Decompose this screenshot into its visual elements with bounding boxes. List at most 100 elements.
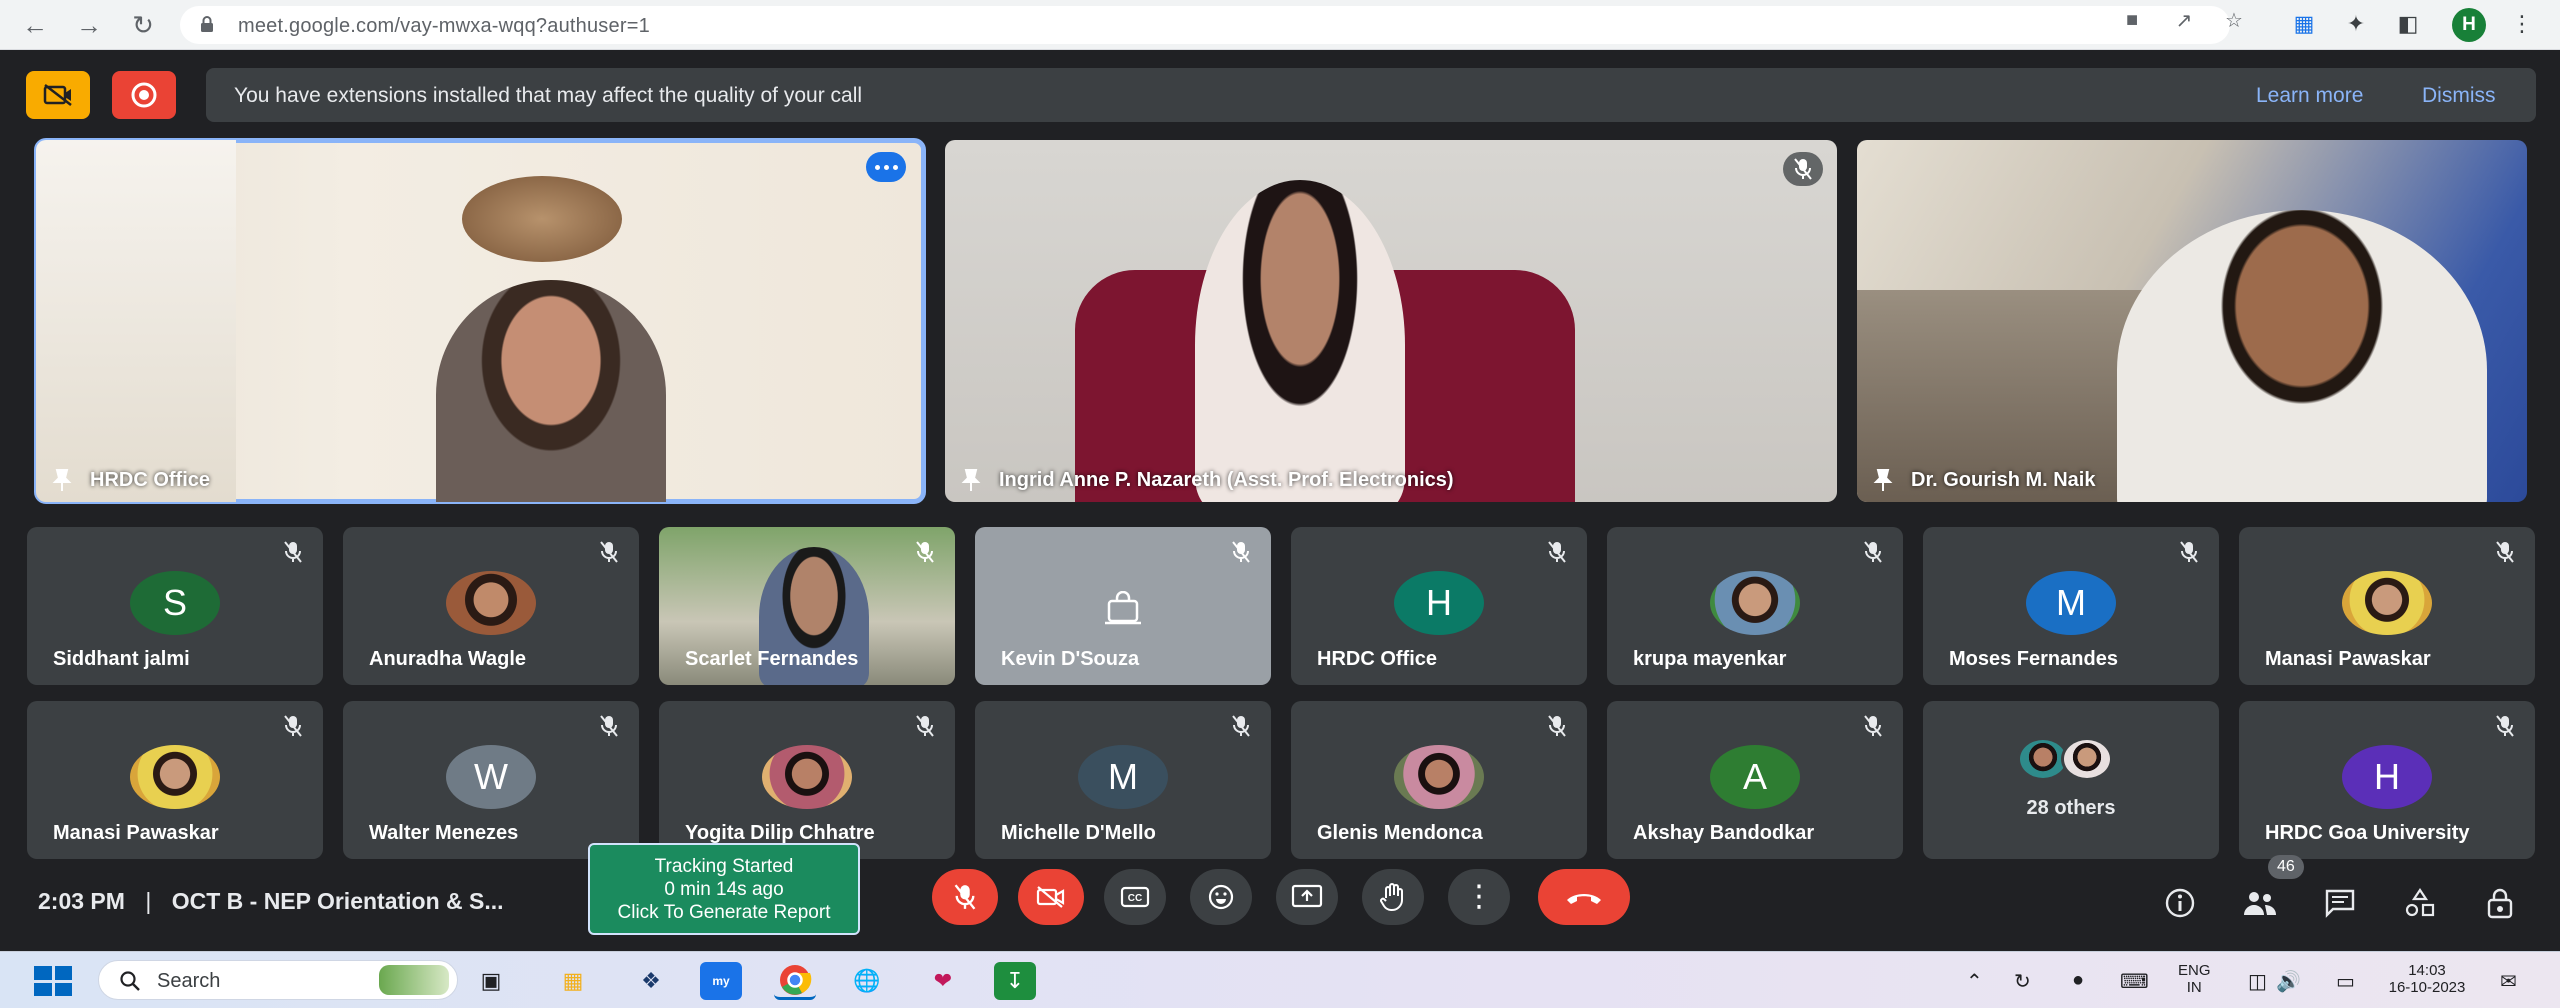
earth-icon[interactable]: 🌐 bbox=[846, 962, 888, 1000]
notification-icon[interactable]: ✉ bbox=[2500, 969, 2517, 994]
bookmark-star-icon[interactable]: ☆ bbox=[2222, 10, 2246, 32]
participant-tile[interactable]: H HRDC Goa University bbox=[2239, 701, 2535, 859]
url-text[interactable]: meet.google.com/vay-mwxa-wqq?authuser=1 bbox=[238, 15, 650, 38]
leave-call-button[interactable] bbox=[1538, 869, 1630, 925]
task-view-icon[interactable]: ▣ bbox=[470, 962, 512, 1000]
mic-toggle-button[interactable] bbox=[932, 869, 998, 925]
mic-off-icon bbox=[2487, 537, 2523, 567]
participant-tile[interactable]: krupa mayenkar bbox=[1607, 527, 1903, 685]
participant-tile[interactable]: Glenis Mendonca bbox=[1291, 701, 1587, 859]
browser-menu-icon[interactable]: ⋮ bbox=[2508, 10, 2536, 38]
mic-off-icon bbox=[1539, 537, 1575, 567]
forward-icon[interactable]: → bbox=[72, 8, 106, 42]
participant-count-badge: 46 bbox=[2268, 855, 2304, 879]
participant-tile[interactable]: Anuradha Wagle bbox=[343, 527, 639, 685]
participant-tile[interactable]: M Moses Fernandes bbox=[1923, 527, 2219, 685]
camera-toggle-button[interactable] bbox=[1018, 869, 1084, 925]
present-screen-icon bbox=[1291, 884, 1323, 908]
tray-network-icon[interactable]: ◫ bbox=[2248, 969, 2267, 994]
meeting-details-icon[interactable] bbox=[2160, 883, 2200, 923]
clock-date: 16-10-2023 bbox=[2388, 979, 2466, 996]
others-tile[interactable]: 28 others bbox=[1923, 701, 2219, 859]
windows-start-icon[interactable] bbox=[34, 966, 72, 996]
host-controls-icon[interactable] bbox=[2480, 883, 2520, 923]
language-indicator[interactable]: ENG IN bbox=[2178, 962, 2211, 996]
mic-off-icon bbox=[954, 884, 976, 910]
tracker-report-link[interactable]: Click To Generate Report bbox=[590, 901, 858, 924]
address-bar[interactable]: meet.google.com/vay-mwxa-wqq?authuser=1 bbox=[180, 6, 2230, 44]
participant-video-tile[interactable]: Scarlet Fernandes bbox=[659, 527, 955, 685]
participant-tile[interactable]: H HRDC Office bbox=[1291, 527, 1587, 685]
side-panel-icon[interactable]: ◧ bbox=[2394, 10, 2422, 38]
lock-icon[interactable] bbox=[200, 15, 214, 33]
participant-video bbox=[2117, 210, 2487, 502]
dismiss-button[interactable]: Dismiss bbox=[2422, 84, 2496, 108]
pin-icon[interactable] bbox=[1873, 468, 1893, 492]
activities-icon[interactable] bbox=[2400, 883, 2440, 923]
profile-avatar[interactable]: H bbox=[2452, 8, 2486, 42]
attendance-tracker-button[interactable]: Tracking Started 0 min 14s ago Click To … bbox=[588, 843, 860, 935]
mic-off-icon bbox=[275, 537, 311, 567]
extensions-puzzle-icon[interactable]: ✦ bbox=[2342, 10, 2370, 38]
learn-more-link[interactable]: Learn more bbox=[2256, 84, 2363, 108]
featured-tile-ingrid[interactable]: Ingrid Anne P. Nazareth (Asst. Prof. Ele… bbox=[945, 140, 1837, 502]
mic-off-icon bbox=[275, 711, 311, 741]
participant-tile[interactable]: W Walter Menezes bbox=[343, 701, 639, 859]
participant-tile[interactable]: M Michelle D'Mello bbox=[975, 701, 1271, 859]
taskbar-search[interactable]: Search bbox=[98, 960, 458, 1000]
reactions-button[interactable] bbox=[1190, 869, 1252, 925]
mic-off-icon bbox=[1855, 711, 1891, 741]
captions-icon: CC bbox=[1120, 886, 1150, 908]
mic-off-icon bbox=[2487, 711, 2523, 741]
back-icon[interactable]: ← bbox=[18, 8, 52, 42]
myapp-icon[interactable]: my bbox=[700, 962, 742, 1000]
share-icon[interactable]: ↗ bbox=[2172, 10, 2196, 32]
tray-mic-icon[interactable]: ● bbox=[2072, 969, 2084, 992]
chat-icon[interactable] bbox=[2320, 883, 2360, 923]
present-button[interactable] bbox=[1276, 869, 1338, 925]
participant-name: Walter Menezes bbox=[369, 822, 519, 844]
participant-tile[interactable]: A Akshay Bandodkar bbox=[1607, 701, 1903, 859]
people-icon[interactable] bbox=[2240, 883, 2280, 923]
extension-tracker-icon[interactable]: ▦ bbox=[2290, 10, 2318, 38]
pin-icon[interactable] bbox=[52, 468, 72, 492]
chrome-icon[interactable] bbox=[774, 962, 816, 1000]
language-region: IN bbox=[2186, 979, 2202, 996]
tray-battery-icon[interactable]: ▭ bbox=[2336, 969, 2355, 994]
tray-keyboard-icon[interactable]: ⌨ bbox=[2120, 969, 2149, 994]
participant-tile[interactable]: Manasi Pawaskar bbox=[27, 701, 323, 859]
featured-tile-hrdc-office[interactable]: HRDC Office bbox=[34, 138, 926, 504]
hang-up-icon bbox=[1567, 894, 1601, 904]
file-explorer-icon[interactable]: ▦ bbox=[552, 962, 594, 1000]
extension-warning-icon[interactable] bbox=[26, 71, 90, 119]
cloud-download-icon[interactable]: ↧ bbox=[994, 962, 1036, 1000]
participant-tile[interactable]: S Siddhant jalmi bbox=[27, 527, 323, 685]
tray-overflow-icon[interactable]: ⌃ bbox=[1966, 969, 1983, 994]
others-count: 28 others bbox=[2026, 797, 2116, 819]
avatar: W bbox=[446, 745, 536, 809]
record-icon[interactable] bbox=[112, 71, 176, 119]
tray-volume-icon[interactable]: 🔊 bbox=[2276, 969, 2301, 994]
call-controls-bar: 2:03 PM | OCT B - NEP Orientation & S...… bbox=[0, 843, 2560, 951]
featured-tile-gourish[interactable]: Dr. Gourish M. Naik bbox=[1857, 140, 2527, 502]
captions-button[interactable]: CC bbox=[1104, 869, 1166, 925]
meeting-info: 2:03 PM | OCT B - NEP Orientation & S... bbox=[38, 888, 504, 915]
browser-toolbar: ← → ↻ meet.google.com/vay-mwxa-wqq?authu… bbox=[0, 0, 2560, 50]
tray-sync-icon[interactable]: ↻ bbox=[2014, 969, 2031, 994]
participant-name: Michelle D'Mello bbox=[1001, 822, 1156, 844]
tile-options-button[interactable] bbox=[866, 152, 906, 182]
camera-icon[interactable]: ■ bbox=[2120, 9, 2144, 31]
participant-tile[interactable]: Kevin D'Souza bbox=[975, 527, 1271, 685]
mic-off-icon bbox=[1783, 152, 1823, 186]
reload-icon[interactable]: ↻ bbox=[126, 8, 160, 42]
heart-app-icon[interactable]: ❤ bbox=[922, 962, 964, 1000]
participant-tile[interactable]: Yogita Dilip Chhatre bbox=[659, 701, 955, 859]
avatar-photo bbox=[1710, 571, 1800, 635]
participant-tile[interactable]: Manasi Pawaskar bbox=[2239, 527, 2535, 685]
more-options-button[interactable]: ⋮ bbox=[1448, 869, 1510, 925]
pin-icon[interactable] bbox=[961, 468, 981, 492]
raise-hand-button[interactable] bbox=[1362, 869, 1424, 925]
meeting-title[interactable]: OCT B - NEP Orientation & S... bbox=[172, 888, 504, 914]
taskbar-clock[interactable]: 14:03 16-10-2023 bbox=[2382, 962, 2472, 996]
dropbox-icon[interactable]: ❖ bbox=[630, 962, 672, 1000]
